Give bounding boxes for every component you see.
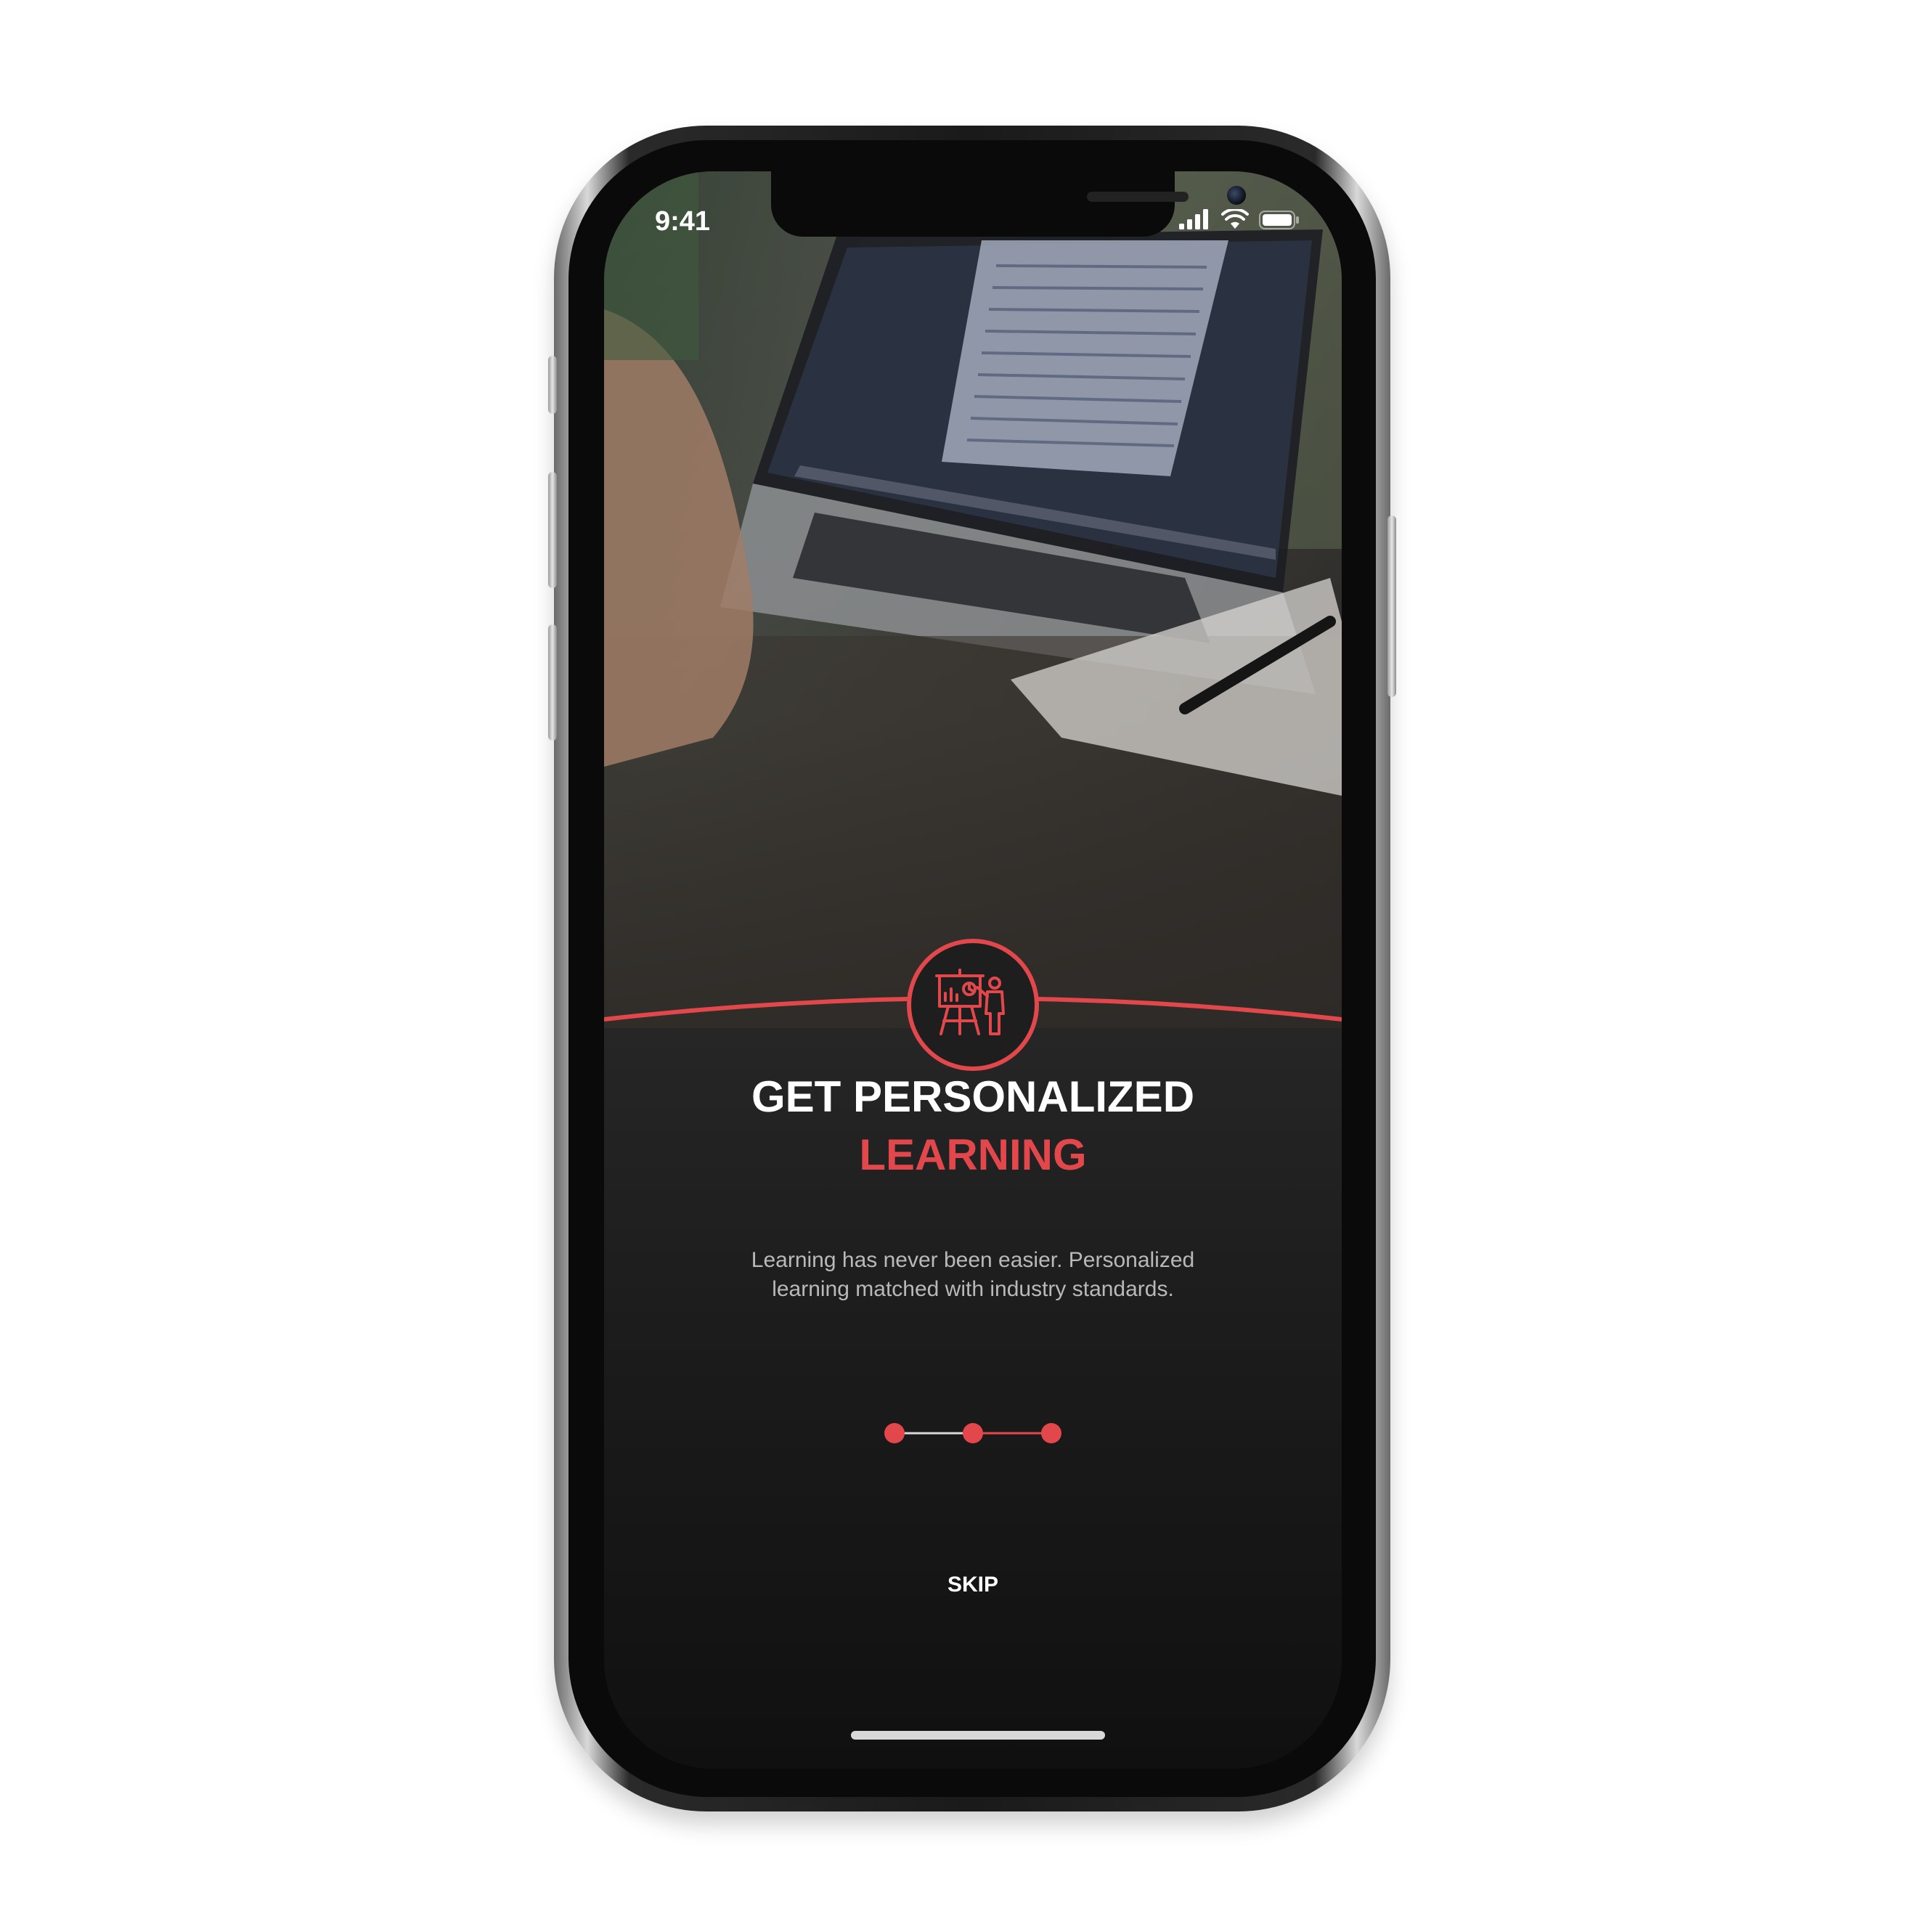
- volume-down-button: [548, 624, 557, 741]
- battery-icon: [1259, 211, 1299, 229]
- presentation-board-icon: [935, 969, 1005, 1035]
- page-dot-3[interactable]: [1041, 1423, 1061, 1443]
- skip-button[interactable]: SKIP: [604, 1573, 1342, 1597]
- title-line-primary: GET PERSONALIZED: [751, 1072, 1195, 1121]
- description-line-2: learning matched with industry standards…: [772, 1277, 1174, 1301]
- onboarding-title: GET PERSONALIZED LEARNING: [604, 1068, 1342, 1184]
- silent-switch: [548, 356, 557, 414]
- description-line-1: Learning has never been easier. Personal…: [751, 1248, 1195, 1272]
- page-indicator: [884, 1423, 1061, 1443]
- home-indicator[interactable]: [851, 1731, 1105, 1740]
- wifi-icon: [1221, 209, 1249, 229]
- app-screen: 9:41 GET PERSONALIZED LEARNING Learning …: [604, 171, 1342, 1769]
- volume-up-button: [548, 472, 557, 588]
- title-line-accent: LEARNING: [859, 1130, 1087, 1179]
- status-icons: [1179, 209, 1300, 229]
- status-time: 9:41: [655, 206, 711, 237]
- earpiece-speaker: [1087, 192, 1189, 202]
- power-button: [1387, 515, 1396, 697]
- front-camera: [1227, 186, 1246, 205]
- page-dot-2[interactable]: [963, 1423, 983, 1443]
- onboarding-description: Learning has never been easier. Personal…: [719, 1246, 1227, 1304]
- mockup-stage: 9:41 GET PERSONALIZED LEARNING Learning …: [0, 0, 1932, 1932]
- page-dot-1[interactable]: [884, 1423, 905, 1443]
- signal-icon: [1179, 209, 1208, 229]
- device-notch: [771, 171, 1246, 237]
